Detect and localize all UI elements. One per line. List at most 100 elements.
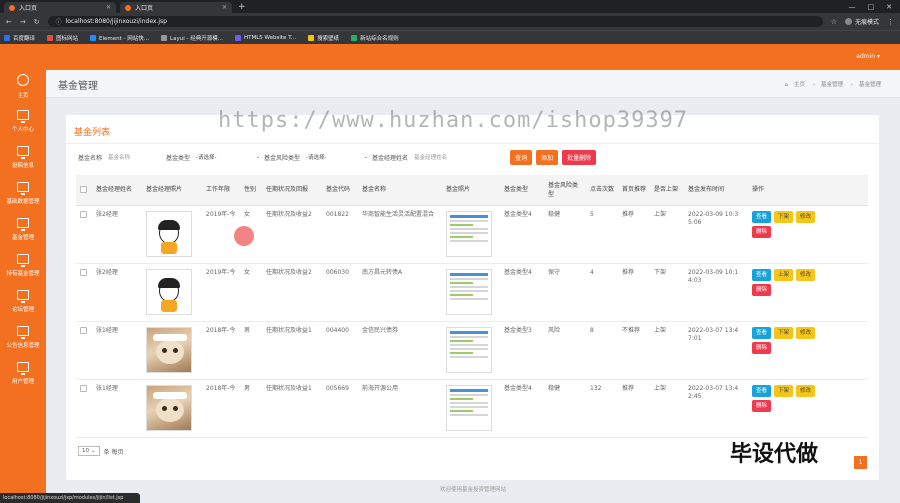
fund-photo-thumbnail[interactable] — [446, 268, 492, 315]
manager-photo-cat[interactable] — [146, 384, 192, 431]
sidebar-item-submissions[interactable]: 投稿信息 — [0, 142, 46, 176]
row-checkbox[interactable] — [80, 326, 87, 334]
breadcrumb-funds[interactable]: 基金管理 — [821, 82, 843, 88]
delete-button[interactable]: 删除 — [752, 399, 772, 412]
bookmarks-bar: 百度翻译 图标网站 Element - 网站快... Layui - 经典开源模… — [0, 30, 900, 44]
toggle-listing-button[interactable]: 上架 — [774, 268, 794, 281]
fund-photo-thumbnail[interactable] — [446, 210, 492, 257]
edit-button[interactable]: 修改 — [796, 384, 816, 397]
browser-tab-2[interactable]: 入口页 ✕ — [120, 2, 232, 13]
col-manager-name: 基金经理姓名 — [92, 175, 142, 206]
sidebar-item-users[interactable]: 用户管理 — [0, 358, 46, 392]
cell-listed: 下架 — [650, 263, 684, 322]
close-tab-icon[interactable]: ✕ — [222, 4, 227, 11]
minimize-icon[interactable]: — — [849, 3, 856, 11]
row-checkbox[interactable] — [80, 268, 87, 276]
cell-fund-type: 基金类型4 — [500, 263, 544, 322]
toggle-listing-button[interactable]: 下架 — [774, 384, 794, 397]
bookmark-item[interactable]: Element - 网站快... — [90, 34, 149, 42]
cell-years: 2018年-今 — [202, 379, 240, 438]
col-tenure: 任期状况及回报 — [262, 175, 322, 206]
cell-clicks: 5 — [586, 205, 618, 264]
bookmark-item[interactable]: 百度翻译 — [4, 34, 35, 42]
page-size-select[interactable]: 10 ⌄ — [78, 446, 100, 456]
page-size-suffix: 条 每页 — [103, 448, 124, 456]
edit-button[interactable]: 修改 — [796, 326, 816, 339]
cell-code: 001822 — [322, 205, 358, 264]
sidebar-item-holdings[interactable]: 持有基金管理 — [0, 250, 46, 284]
bookmark-icon — [308, 34, 315, 41]
sidebar-item-home[interactable]: 主页 — [0, 70, 46, 104]
cell-fund-name: 前海开源公用 — [358, 379, 442, 438]
view-button[interactable]: 查看 — [752, 210, 772, 223]
query-button[interactable]: 查询 — [510, 149, 533, 165]
close-tab-icon[interactable]: ✕ — [106, 4, 111, 11]
page-1-button[interactable]: 1 — [854, 456, 867, 469]
incognito-profile[interactable]: 无痕模式 — [844, 17, 879, 26]
table-row: 张2经理 2019年-今 女 任期状况及收益2 001822 华商智能生活灵活配… — [76, 205, 868, 264]
reload-icon[interactable]: ↻ — [34, 18, 40, 26]
sidebar-item-funds[interactable]: 基金管理 — [0, 214, 46, 248]
row-checkbox[interactable] — [80, 210, 87, 218]
sidebar-item-notices[interactable]: 公告信息管理 — [0, 322, 46, 356]
sidebar-item-profile[interactable]: 个人中心 — [0, 106, 46, 140]
breadcrumb-home[interactable]: 主页 — [794, 82, 805, 88]
view-button[interactable]: 查看 — [752, 326, 772, 339]
delete-button[interactable]: 删除 — [752, 341, 772, 354]
fund-photo-thumbnail[interactable] — [446, 326, 492, 373]
fund-type-label: 基金类型 — [166, 154, 191, 162]
edit-button[interactable]: 修改 — [796, 268, 816, 281]
close-window-icon[interactable]: ✕ — [886, 3, 892, 11]
sidebar-item-forum[interactable]: 论坛管理 — [0, 286, 46, 320]
url-field[interactable]: ⓘ localhost:8080/jijinxouzi/index.jsp — [47, 16, 823, 27]
batch-delete-button[interactable]: 批量删除 — [562, 149, 597, 165]
forward-icon[interactable]: → — [20, 18, 26, 26]
browser-tab-1[interactable]: 入口页 ✕ — [4, 2, 116, 13]
back-icon[interactable]: ← — [6, 18, 12, 26]
fund-type-select[interactable]: -请选择- ⌄ — [196, 152, 260, 162]
row-checkbox[interactable] — [80, 384, 87, 392]
fund-name-input[interactable]: 基金名称 — [108, 152, 166, 162]
toggle-listing-button[interactable]: 下架 — [774, 326, 794, 339]
manager-name-input[interactable]: 基金经理姓名 — [414, 152, 486, 162]
select-all-checkbox[interactable] — [80, 186, 87, 194]
bookmark-item[interactable]: 图标网站 — [47, 34, 78, 42]
col-recommend: 首页推荐 — [618, 175, 650, 206]
view-button[interactable]: 查看 — [752, 268, 772, 281]
incognito-icon — [844, 18, 852, 25]
bookmark-icon — [351, 34, 358, 41]
bookmark-item[interactable]: Layui - 经典开源模... — [161, 34, 223, 42]
sidebar-item-base-data[interactable]: 基础数据管理 — [0, 178, 46, 212]
edit-button[interactable]: 修改 — [796, 210, 816, 223]
bookmark-item[interactable]: 搜索壁纸 — [308, 34, 339, 42]
page-header: 基金管理 ⌂ 主页 › 基金管理 › 基金管理 — [46, 70, 900, 98]
row-actions: 查看 下架 修改 删除 — [752, 384, 826, 412]
delete-button[interactable]: 删除 — [752, 283, 772, 296]
manager-photo-cartoon[interactable] — [146, 268, 192, 315]
col-actions: 操作 — [748, 175, 868, 206]
delete-button[interactable]: 删除 — [752, 225, 772, 238]
table-row: 张1经理 2018年-今 男 任期状况及收益1 005669 前海开源公用 基金… — [76, 379, 868, 438]
fund-photo-thumbnail[interactable] — [446, 384, 492, 431]
col-fund-name: 基金名称 — [358, 175, 442, 206]
add-button[interactable]: 添加 — [536, 149, 559, 165]
row-actions: 查看 下架 修改 删除 — [752, 210, 826, 238]
manager-photo-cat[interactable] — [146, 326, 192, 373]
menu-dots-icon[interactable]: ⋮ — [887, 18, 894, 26]
favicon-icon — [125, 4, 131, 11]
fund-list-card: 基金列表 基金名称 基金名称 基金类型 -请选择- ⌄ 基金风险类型 -请选择- ⌄… — [66, 115, 879, 480]
bookmark-item[interactable]: HTML5 Website T... — [234, 34, 296, 41]
view-button[interactable]: 查看 — [752, 384, 772, 397]
bookmark-item[interactable]: 新站综合名规则 — [351, 34, 399, 42]
cell-recommend: 推荐 — [618, 263, 650, 322]
toggle-listing-button[interactable]: 下架 — [774, 210, 794, 223]
risk-type-select[interactable]: -请选择- ⌄ — [306, 152, 368, 162]
manager-photo-cartoon[interactable] — [146, 210, 192, 257]
star-icon[interactable]: ☆ — [831, 18, 837, 26]
admin-menu[interactable]: admin ▾ — [856, 53, 880, 60]
cell-time: 2022-03-07 13:42:45 — [684, 379, 748, 438]
cell-years: 2018年-今 — [202, 321, 240, 380]
maximize-icon[interactable]: □ — [868, 3, 875, 11]
monitor-icon — [17, 254, 29, 267]
new-tab-button[interactable]: + — [238, 2, 246, 12]
